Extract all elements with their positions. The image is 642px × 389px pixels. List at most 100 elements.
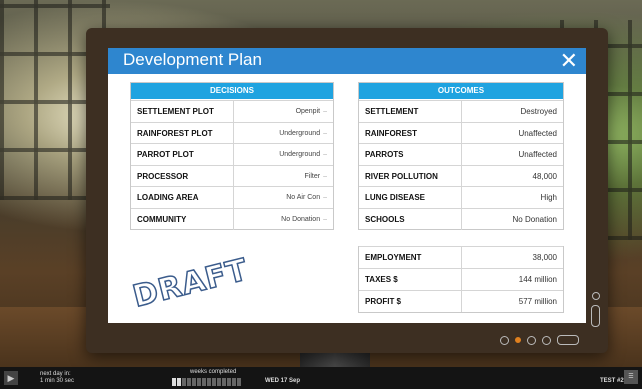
week-segment xyxy=(207,378,211,386)
outcomes-row-value: Unaffected xyxy=(518,144,557,165)
decisions-row[interactable]: COMMUNITY No Donation – xyxy=(131,207,333,230)
week-segment xyxy=(177,378,181,386)
dialog-titlebar: Development Plan ✕ xyxy=(108,48,586,74)
outcomes-table: OUTCOMES SETTLEMENT Destroyed RAINFOREST Un… xyxy=(358,82,564,230)
economics-row-label: EMPLOYMENT xyxy=(365,253,422,262)
outcomes-row: PARROTS Unaffected xyxy=(359,143,563,165)
outcomes-row-label: SETTLEMENT xyxy=(365,107,419,116)
close-icon[interactable]: ✕ xyxy=(560,48,578,74)
dropdown-caret-icon: – xyxy=(323,194,327,201)
week-segment xyxy=(192,378,196,386)
week-segment xyxy=(187,378,191,386)
week-segment xyxy=(222,378,226,386)
page-dot[interactable] xyxy=(527,335,536,345)
dropdown-caret-icon: – xyxy=(323,129,327,137)
dialog-title: Development Plan xyxy=(123,50,262,69)
economics-table: EMPLOYMENT 38,000 TAXES $ 144 million PROFIT… xyxy=(358,246,564,313)
page-dot-active[interactable] xyxy=(515,337,521,343)
economics-row: EMPLOYMENT 38,000 xyxy=(359,246,563,268)
week-segment xyxy=(197,378,201,386)
decisions-row-label: SETTLEMENT PLOT xyxy=(137,107,214,116)
column-divider xyxy=(233,187,234,208)
decisions-row-value-text: Underground xyxy=(279,151,321,158)
outcomes-row-value-text: High xyxy=(540,193,557,202)
monitor-knob[interactable] xyxy=(592,292,600,300)
outcomes-row-value: Unaffected xyxy=(518,123,557,144)
column-divider xyxy=(461,269,462,290)
decisions-row-value-text: No Donation xyxy=(281,215,321,223)
play-icon[interactable]: ▶ xyxy=(4,371,18,385)
weeks-completed-label: weeks completed xyxy=(190,369,237,375)
week-segment xyxy=(237,378,241,386)
page-dot[interactable] xyxy=(500,335,509,345)
week-segment xyxy=(172,378,176,386)
monitor-slider[interactable] xyxy=(591,305,600,327)
decisions-row-value-text: Openpit xyxy=(295,108,321,115)
outcomes-row-value-text: 48,000 xyxy=(532,171,557,181)
week-segment xyxy=(212,378,216,386)
dropdown-caret-icon: – xyxy=(323,108,327,115)
decisions-row-value-text: Filter xyxy=(304,172,321,180)
decisions-row[interactable]: PROCESSOR Filter – xyxy=(131,164,333,187)
decisions-row-value-text: No Air Con xyxy=(286,194,321,201)
outcomes-row-value: No Donation xyxy=(513,209,557,230)
week-segment xyxy=(227,378,231,386)
decisions-row-value[interactable]: Filter – xyxy=(305,166,327,187)
column-divider xyxy=(461,187,462,208)
page-indicator xyxy=(500,335,579,345)
decisions-header: DECISIONS xyxy=(131,83,333,99)
week-segment xyxy=(217,378,221,386)
weeks-progress-bar xyxy=(172,378,241,386)
outcomes-row: SCHOOLS No Donation xyxy=(359,207,563,230)
week-segment xyxy=(202,378,206,386)
week-segment xyxy=(182,378,186,386)
outcomes-row: RAINFOREST Unaffected xyxy=(359,121,563,144)
decisions-row-value-text: Underground xyxy=(279,129,321,137)
dropdown-caret-icon: – xyxy=(323,151,327,158)
decisions-row[interactable]: LOADING AREA No Air Con – xyxy=(131,186,333,208)
decisions-row-label: LOADING AREA xyxy=(137,193,199,202)
decisions-row-label: PARROT PLOT xyxy=(137,150,194,159)
economics-row-value-text: 38,000 xyxy=(532,253,557,262)
test-label: TEST #2 xyxy=(600,378,624,384)
page-pill[interactable] xyxy=(557,335,579,345)
decisions-row[interactable]: PARROT PLOT Underground – xyxy=(131,143,333,165)
outcomes-row-label: PARROTS xyxy=(365,150,404,159)
economics-row-value: 144 million xyxy=(519,269,557,290)
decisions-row-value[interactable]: Openpit – xyxy=(296,101,327,122)
decisions-row[interactable]: SETTLEMENT PLOT Openpit – xyxy=(131,100,333,122)
column-divider xyxy=(233,144,234,165)
economics-row-value-text: 577 million xyxy=(518,297,557,306)
column-divider xyxy=(461,247,462,268)
decisions-row-label: PROCESSOR xyxy=(137,171,189,181)
page-dot[interactable] xyxy=(542,335,551,345)
outcomes-row-value-text: Unaffected xyxy=(518,128,557,138)
decisions-row-value[interactable]: Underground – xyxy=(279,123,327,144)
outcomes-row-value: High xyxy=(541,187,557,208)
column-divider xyxy=(233,208,234,230)
outcomes-row-label: RAINFOREST xyxy=(365,128,417,138)
column-divider xyxy=(461,101,462,122)
draft-stamp: DRAFT xyxy=(129,252,253,316)
dropdown-caret-icon: – xyxy=(323,215,327,223)
bottom-status-bar: ▶ next day in: 1 min 30 sec weeks comple… xyxy=(0,367,642,389)
outcomes-row: RIVER POLLUTION 48,000 xyxy=(359,164,563,187)
economics-row: PROFIT $ 577 million xyxy=(359,290,563,312)
outcomes-row-value: Destroyed xyxy=(521,101,557,122)
menu-icon[interactable]: ☰ xyxy=(624,370,638,384)
decisions-row-value[interactable]: No Air Con – xyxy=(286,187,327,208)
decisions-row-value[interactable]: No Donation – xyxy=(281,209,327,230)
column-divider xyxy=(461,144,462,165)
economics-row-value: 577 million xyxy=(519,291,557,312)
column-divider xyxy=(461,165,462,187)
column-divider xyxy=(461,291,462,312)
decisions-row-value[interactable]: Underground – xyxy=(279,144,327,165)
decisions-row[interactable]: RAINFOREST PLOT Underground – xyxy=(131,121,333,144)
decisions-row-label: RAINFOREST PLOT xyxy=(137,128,213,138)
outcomes-row: LUNG DISEASE High xyxy=(359,186,563,208)
column-divider xyxy=(233,122,234,144)
current-date: WED 17 Sep xyxy=(265,378,301,384)
column-divider xyxy=(233,165,234,187)
development-plan-dialog: Development Plan ✕ DECISIONS SETTLEMENT … xyxy=(108,48,586,323)
economics-row: TAXES $ 144 million xyxy=(359,268,563,290)
